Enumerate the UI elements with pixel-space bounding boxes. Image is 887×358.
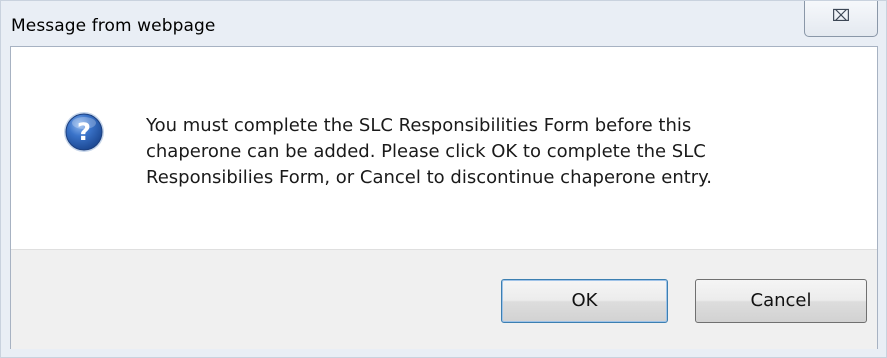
message-dialog: Message from webpage ⌧ ? You must comple… [0, 0, 887, 358]
cancel-button[interactable]: Cancel [695, 279, 867, 323]
close-button[interactable]: ⌧ [804, 1, 878, 37]
title-bar[interactable]: Message from webpage ⌧ [1, 1, 886, 45]
svg-text:?: ? [77, 118, 91, 146]
dialog-title: Message from webpage [11, 16, 216, 36]
dialog-body: ? You must complete the SLC Responsibili… [10, 46, 878, 349]
ok-button[interactable]: OK [501, 279, 668, 323]
close-icon: ⌧ [831, 6, 851, 25]
question-icon: ? [64, 112, 104, 152]
dialog-message: You must complete the SLC Responsibiliti… [146, 115, 712, 188]
button-bar: OK Cancel [11, 249, 877, 349]
message-area: ? You must complete the SLC Responsibili… [11, 47, 877, 249]
